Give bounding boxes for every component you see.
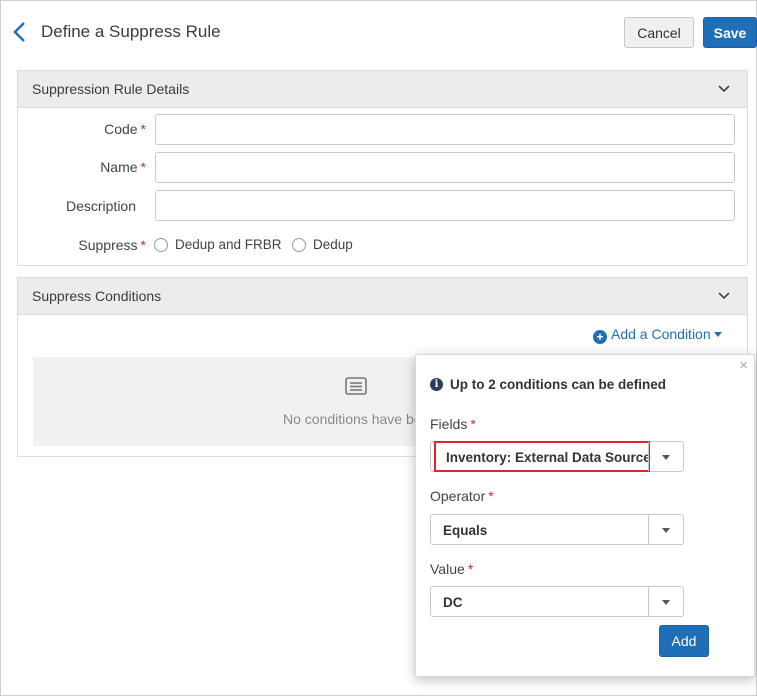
section-title: Suppression Rule Details bbox=[32, 81, 190, 97]
chevron-down-icon[interactable] bbox=[662, 600, 670, 605]
code-field[interactable] bbox=[155, 114, 735, 145]
fields-label: Fields * bbox=[430, 416, 476, 432]
rule-details-header[interactable]: Suppression Rule Details bbox=[18, 71, 747, 108]
value-label-text: Value bbox=[430, 561, 465, 577]
dedup-frbr-radio[interactable] bbox=[154, 238, 168, 252]
conditions-header[interactable]: Suppress Conditions bbox=[18, 278, 747, 315]
empty-conditions-text: No conditions have be bbox=[283, 411, 422, 427]
list-icon bbox=[345, 377, 367, 395]
required-mark: * bbox=[488, 488, 494, 504]
fields-select[interactable]: Inventory: External Data Source bbox=[430, 441, 684, 472]
value-label: Value * bbox=[430, 561, 473, 577]
description-label-text: Description bbox=[65, 198, 136, 214]
rule-details-section: Suppression Rule Details Code * Name * Des… bbox=[17, 70, 748, 266]
fields-label-text: Fields bbox=[430, 416, 468, 432]
code-label: Code * bbox=[48, 121, 146, 137]
chevron-down-icon[interactable] bbox=[662, 455, 670, 460]
highlight-box bbox=[434, 441, 650, 472]
dedup-radio[interactable] bbox=[292, 238, 306, 252]
page-title: Define a Suppress Rule bbox=[41, 22, 221, 41]
chevron-down-icon[interactable] bbox=[662, 528, 670, 533]
required-mark: * bbox=[470, 416, 476, 432]
operator-select-value: Equals bbox=[443, 523, 488, 538]
suppress-label: Suppress * bbox=[48, 237, 146, 253]
caret-down-icon bbox=[713, 332, 722, 337]
top-bar: Define a Suppress Rule Cancel Save bbox=[0, 0, 757, 68]
chevron-down-icon[interactable] bbox=[717, 291, 731, 301]
required-mark: * bbox=[140, 237, 146, 253]
name-label: Name * bbox=[48, 159, 146, 175]
cancel-button[interactable]: Cancel bbox=[624, 17, 694, 48]
value-select-value: DC bbox=[443, 595, 463, 610]
description-field[interactable] bbox=[155, 190, 735, 221]
section-title: Suppress Conditions bbox=[32, 288, 162, 304]
operator-label-text: Operator bbox=[430, 488, 486, 504]
suppress-label-text: Suppress bbox=[78, 237, 138, 253]
code-label-text: Code bbox=[104, 121, 138, 137]
info-icon: i bbox=[430, 378, 443, 391]
save-button[interactable]: Save bbox=[703, 17, 757, 48]
required-mark: * bbox=[140, 159, 146, 175]
operator-label: Operator * bbox=[430, 488, 494, 504]
dedup-frbr-label[interactable]: Dedup and FRBR bbox=[175, 237, 282, 252]
required-mark: * bbox=[467, 561, 474, 577]
select-divider bbox=[648, 442, 649, 471]
name-label-text: Name bbox=[100, 159, 138, 175]
select-divider bbox=[648, 587, 649, 616]
chevron-left-icon[interactable] bbox=[10, 18, 32, 46]
required-mark: * bbox=[140, 121, 146, 137]
add-condition-label: Add a Condition bbox=[611, 326, 711, 342]
value-select[interactable]: DC bbox=[430, 586, 684, 617]
conditions-limit-note: Up to 2 conditions can be defined bbox=[450, 377, 667, 392]
operator-select[interactable]: Equals bbox=[430, 514, 684, 545]
plus-circle-icon: + bbox=[593, 330, 607, 344]
select-divider bbox=[648, 515, 649, 544]
name-field[interactable] bbox=[155, 152, 735, 183]
add-button[interactable]: Add bbox=[659, 625, 709, 657]
add-condition-popover: × i Up to 2 conditions can be defined Fi… bbox=[415, 354, 755, 677]
description-label: Description bbox=[48, 198, 136, 214]
dedup-label[interactable]: Dedup bbox=[313, 237, 353, 252]
add-condition-button[interactable]: + Add a Condition bbox=[593, 326, 722, 344]
chevron-down-icon[interactable] bbox=[717, 84, 731, 94]
close-icon[interactable]: × bbox=[739, 357, 748, 374]
